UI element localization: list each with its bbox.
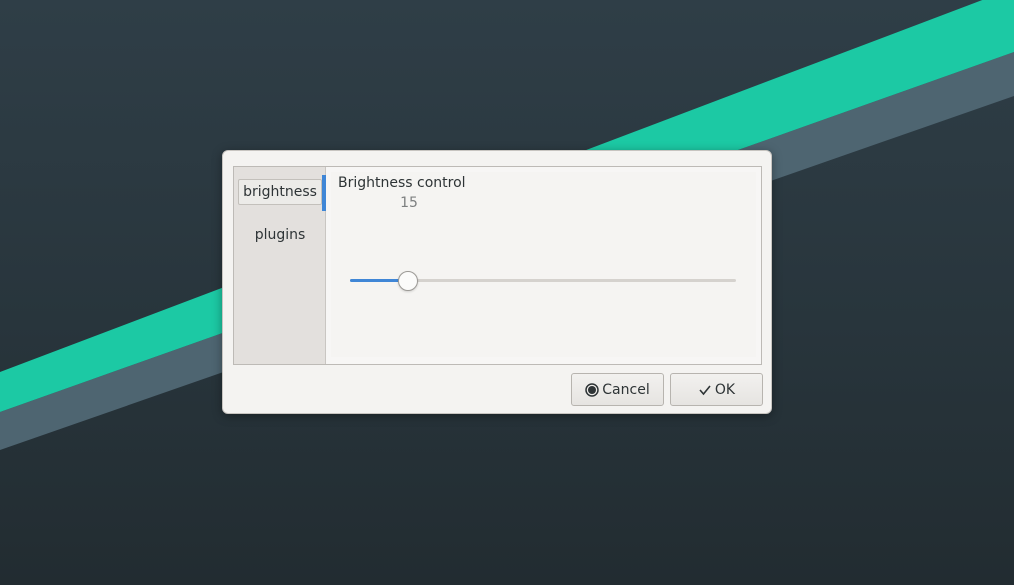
cancel-button[interactable]: Cancel [571, 373, 664, 406]
brightness-panel: Brightness control 15 [331, 172, 756, 357]
active-tab-indicator [322, 175, 326, 211]
settings-dialog: brightness plugins Brightness control 15… [222, 150, 772, 414]
panel-title: Brightness control [338, 175, 466, 191]
slider-value-label: 15 [400, 195, 418, 211]
tab-brightness-label: brightness [243, 184, 317, 200]
slider-handle[interactable] [397, 271, 418, 291]
brightness-slider[interactable] [347, 270, 739, 292]
tab-plugins-label: plugins [254, 227, 306, 243]
notebook-frame: brightness plugins Brightness control 15 [233, 166, 762, 365]
tab-sidebar: brightness plugins [234, 167, 326, 364]
cancel-button-label: Cancel [602, 381, 650, 398]
tab-plugins[interactable]: plugins [238, 222, 322, 248]
checkmark-icon [698, 383, 712, 397]
cancel-icon [585, 382, 600, 397]
ok-button[interactable]: OK [670, 373, 763, 406]
ok-button-label: OK [714, 381, 736, 398]
tab-brightness[interactable]: brightness [238, 179, 322, 205]
